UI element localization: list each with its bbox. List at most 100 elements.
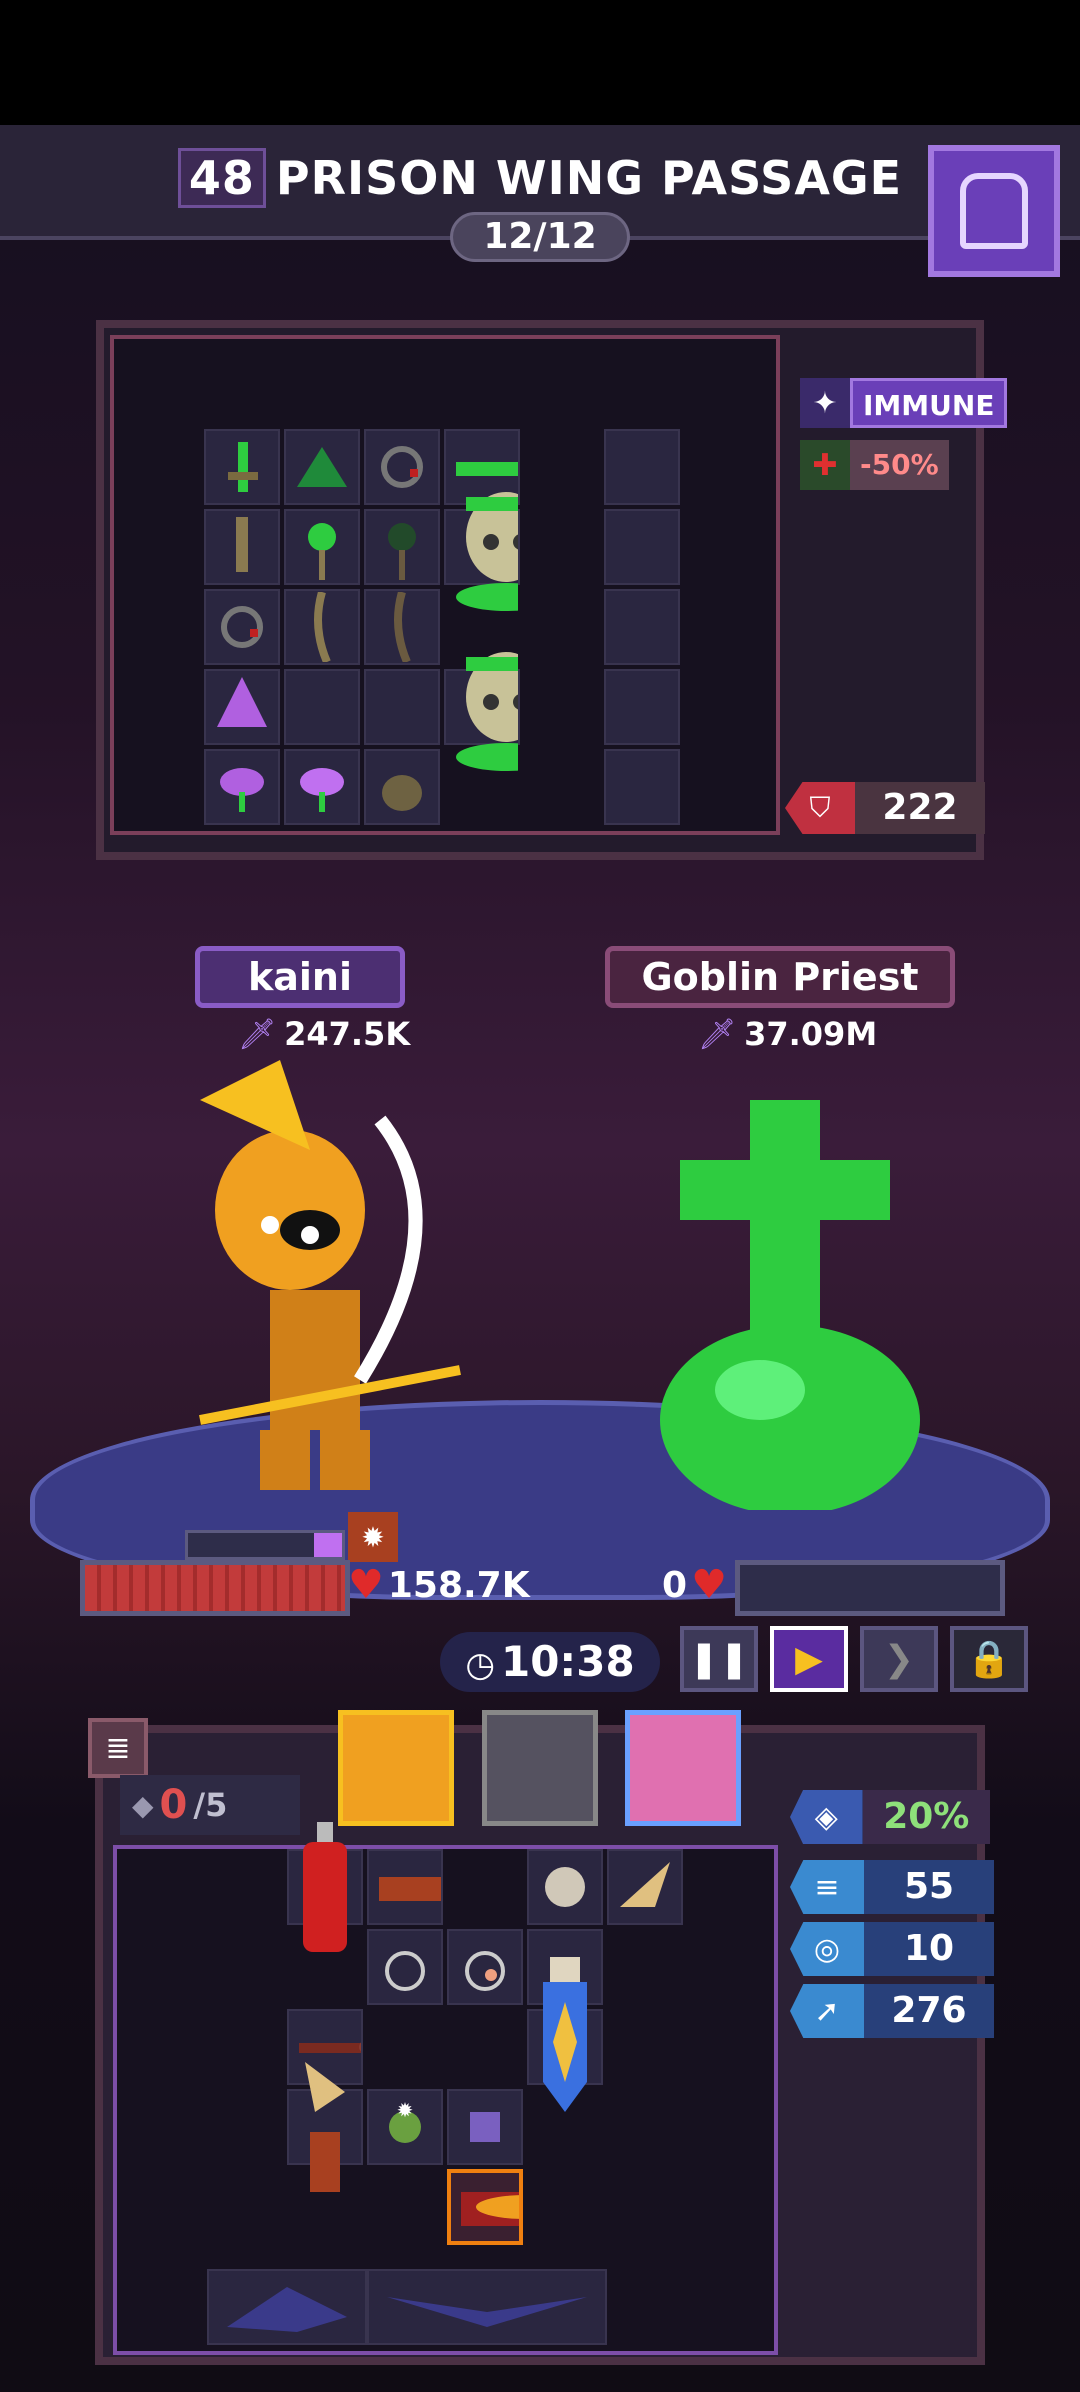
speed-icon: ➚ [790, 1984, 864, 2038]
empty-slot [364, 669, 440, 745]
crit-icon: ◈ [790, 1790, 863, 1844]
heart-icon: ♥ [348, 1562, 384, 1608]
empty-space [607, 2169, 683, 2245]
enemy-inventory-grid [110, 335, 780, 835]
green-dagger-hilt-item[interactable] [204, 509, 280, 585]
stat-crit[interactable]: ◈ 20% [790, 1790, 990, 1846]
stat-list: ≡ 55 ◎ 10 ➚ 276 [790, 1860, 994, 2038]
enemy-name-tag: Goblin Priest [605, 946, 955, 1008]
empty-slot [604, 429, 680, 505]
empty-slot [604, 669, 680, 745]
wing-helm-item[interactable] [527, 1849, 603, 1925]
purple-charm-item[interactable] [447, 2089, 523, 2165]
ring-item-2[interactable] [204, 589, 280, 665]
battle-timer: ◷ 10:38 [440, 1632, 660, 1692]
enemy-armor: ⛉ 222 [785, 782, 985, 834]
purple-mushroom-item-2[interactable] [204, 749, 280, 825]
green-sparkle-item[interactable]: ✹ [367, 2089, 443, 2165]
golden-wing-item[interactable] [607, 1849, 683, 1925]
level-name: PRISON WING PASSAGE [275, 151, 903, 205]
gem-counter: ◆ 0 /5 [120, 1775, 300, 1835]
rage-buff-icon: ✹ [348, 1512, 398, 1562]
dark-gem-staff-item[interactable] [364, 509, 440, 585]
player-hp-bar [80, 1560, 350, 1616]
hero-portrait-gargoyle[interactable] [482, 1710, 598, 1826]
player-name-tag: kaini [195, 946, 405, 1008]
clock-icon: ◷ [465, 1645, 495, 1685]
enemy-status-list: ✦ IMMUNE ✚ -50% [800, 378, 1008, 490]
player-hp: ♥ 158.7K [348, 1562, 530, 1608]
purple-mushroom-item[interactable] [204, 669, 280, 745]
goblin-priest-tombstone-sprite [660, 1100, 920, 1510]
staff-shaft-item-2[interactable] [364, 589, 440, 665]
fire-tome-item[interactable] [447, 2169, 523, 2245]
empty-space [607, 1929, 683, 2005]
green-gem-staff-item[interactable] [284, 509, 360, 585]
staff-shaft-item[interactable] [284, 589, 360, 665]
skull-totem-item-2[interactable] [444, 652, 520, 771]
hero-portrait-witch[interactable] [625, 1710, 741, 1826]
fast-forward-button[interactable]: ❯ [860, 1626, 938, 1692]
play-button[interactable]: ▶ [770, 1626, 848, 1692]
empty-space [607, 2009, 683, 2085]
fast-forward-icon: ❯ [883, 1638, 915, 1680]
enemy-hp: 0 ♥ [662, 1562, 727, 1608]
defense-icon: ◎ [790, 1922, 864, 1976]
feather-boot-item[interactable] [287, 2062, 363, 2192]
hero-portrait-archer[interactable] [338, 1710, 454, 1826]
purple-mushroom-item-3[interactable] [284, 749, 360, 825]
enemy-grid-cells [204, 429, 684, 829]
bomb-item[interactable] [367, 1929, 443, 2005]
stat-defense[interactable]: ◎ 10 [790, 1922, 994, 1976]
empty-slot [284, 669, 360, 745]
list-icon: ≣ [105, 1730, 131, 1766]
empty-slot [604, 749, 680, 825]
player-archer-sprite [199, 1060, 461, 1490]
diamond-icon: ◆ [132, 1788, 154, 1822]
player-grid-bottom-row [207, 2269, 607, 2345]
empty-space [607, 2089, 683, 2165]
shield-fill [314, 1533, 342, 1557]
pouch-item[interactable] [364, 749, 440, 825]
purple-claw-item[interactable] [207, 2269, 367, 2345]
status-heal-reduction[interactable]: ✚ -50% [800, 440, 1007, 490]
level-title: 48 PRISON WING PASSAGE [0, 148, 1080, 208]
player-inventory-grid: ✹ [113, 1822, 778, 2355]
armor-icon: ⛉ [785, 782, 855, 834]
bomb-item-2[interactable] [447, 1929, 523, 2005]
blue-shield-item[interactable] [527, 1982, 603, 2112]
wave-progress: 12/12 [450, 212, 630, 262]
player-grid-cells: ✹ [287, 1822, 687, 2329]
green-hood-item[interactable] [284, 429, 360, 505]
enemy-power: 🗡 37.09M [698, 1015, 878, 1053]
stat-damage[interactable]: ≡ 55 [790, 1860, 994, 1914]
damage-icon: ≡ [790, 1860, 864, 1914]
battle-speed-controls: ❚❚ ▶ ❯ 🔒 [680, 1626, 1028, 1692]
play-icon: ▶ [795, 1638, 823, 1680]
pause-button[interactable]: ❚❚ [680, 1626, 758, 1692]
enemy-hp-bar [735, 1560, 1005, 1616]
heal-reduction-icon: ✚ [800, 440, 850, 490]
stat-speed[interactable]: ➚ 276 [790, 1984, 994, 2038]
ring-item[interactable] [364, 429, 440, 505]
pause-icon: ❚❚ [688, 1638, 750, 1680]
immune-icon: ✦ [800, 378, 850, 428]
green-dagger-item[interactable] [204, 429, 280, 505]
svg-text:✹: ✹ [397, 2098, 414, 2122]
sword-icon: 🗡 [698, 1016, 737, 1052]
menu-button[interactable]: ≣ [88, 1718, 148, 1778]
heart-icon: ♥ [691, 1562, 727, 1608]
boots-item[interactable] [367, 1849, 443, 1925]
dark-wings-item[interactable] [367, 2269, 607, 2345]
status-immune[interactable]: ✦ IMMUNE [800, 378, 1008, 428]
health-potion-item[interactable] [287, 1822, 363, 1952]
skull-totem-item[interactable] [444, 492, 520, 611]
backpack-button[interactable] [928, 145, 1060, 277]
backpack-icon [960, 173, 1028, 249]
lock-button[interactable]: 🔒 [950, 1626, 1028, 1692]
player-shield-bar [185, 1530, 345, 1560]
level-number: 48 [177, 148, 266, 208]
lock-icon: 🔒 [966, 1639, 1012, 1680]
player-hp-fill [85, 1565, 345, 1611]
empty-space [367, 2169, 443, 2245]
